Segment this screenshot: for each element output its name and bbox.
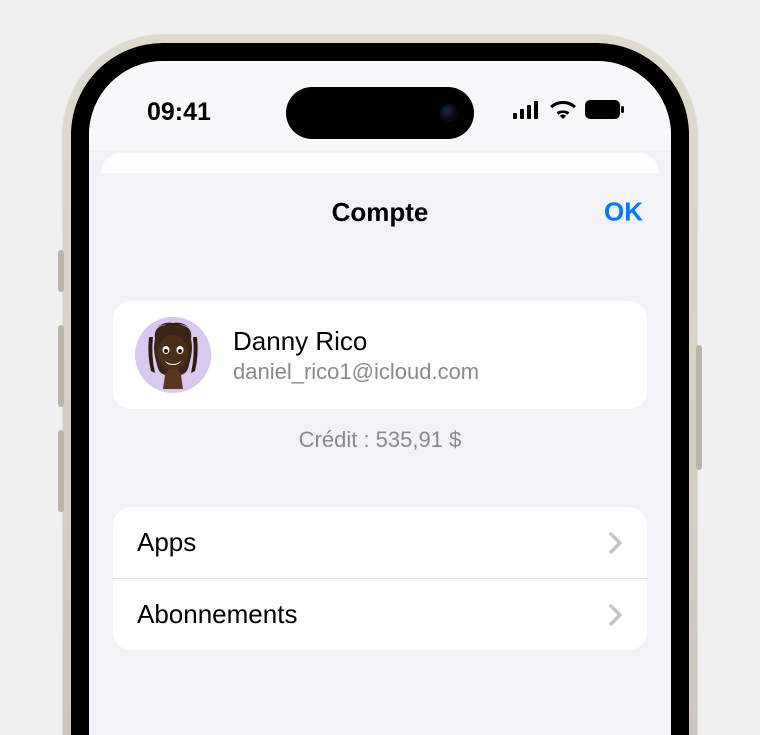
phone-frame: 09:41 Compte OK xyxy=(63,35,697,735)
credit-label: Crédit : 535,91 $ xyxy=(89,427,671,453)
side-button xyxy=(58,250,64,292)
chevron-right-icon xyxy=(609,532,623,554)
dynamic-island xyxy=(286,87,474,139)
front-camera xyxy=(440,104,458,122)
account-email: daniel_rico1@icloud.com xyxy=(233,359,479,385)
power-button xyxy=(696,345,702,470)
battery-icon xyxy=(585,100,625,124)
wifi-icon xyxy=(550,100,576,124)
account-sheet: Compte OK xyxy=(89,173,671,735)
chevron-right-icon xyxy=(609,604,623,626)
phone-bezel: 09:41 Compte OK xyxy=(71,43,689,735)
volume-up-button xyxy=(58,325,64,407)
account-name: Danny Rico xyxy=(233,326,479,357)
sheet-header: Compte OK xyxy=(89,173,671,251)
volume-down-button xyxy=(58,430,64,512)
status-icons xyxy=(513,88,625,124)
cellular-icon xyxy=(513,101,541,124)
done-button[interactable]: OK xyxy=(604,197,643,228)
menu-item-apps[interactable]: Apps xyxy=(113,507,647,579)
account-row[interactable]: Danny Rico daniel_rico1@icloud.com xyxy=(113,301,647,409)
status-time: 09:41 xyxy=(147,86,211,127)
menu-item-label: Apps xyxy=(137,527,196,558)
menu-item-subscriptions[interactable]: Abonnements xyxy=(113,579,647,650)
avatar xyxy=(135,317,211,393)
menu-item-label: Abonnements xyxy=(137,599,297,630)
menu-list: Apps Abonnements xyxy=(113,507,647,650)
screen: 09:41 Compte OK xyxy=(89,61,671,735)
page-title: Compte xyxy=(332,197,429,228)
